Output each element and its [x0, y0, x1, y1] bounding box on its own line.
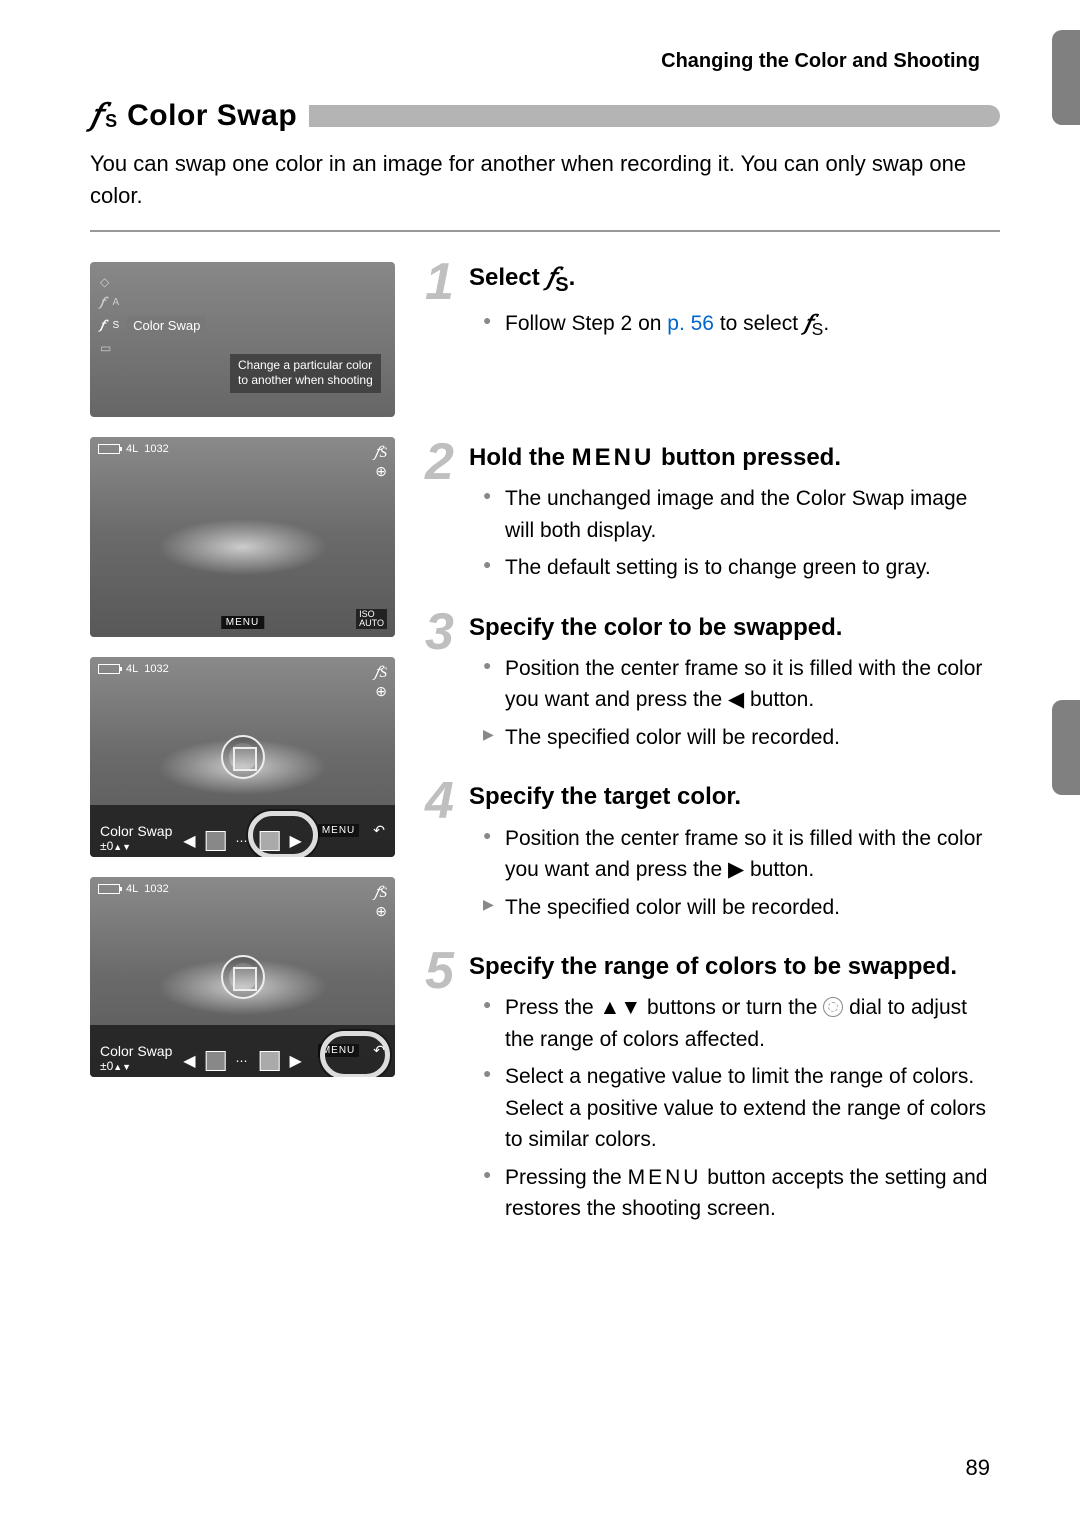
result-bullet: The specified color will be recorded. — [483, 722, 1000, 754]
step-2: 2 Hold the MENU button pressed. The unch… — [425, 442, 1000, 584]
bullet: Select a negative value to limit the ran… — [483, 1061, 1000, 1156]
step-number: 3 — [425, 602, 451, 662]
mode-description: Change a particular color to another whe… — [230, 354, 381, 393]
step-title: Hold the MENU button pressed. — [469, 442, 1000, 473]
step-4: 4 Specify the target color. Position the… — [425, 781, 1000, 923]
page-edge-tab-mid — [1052, 700, 1080, 795]
bullet: The default setting is to change green t… — [483, 552, 1000, 584]
lcd-screenshot-liveview: 4L 1032 𝑓S ⊕ ISO AUTO MENU — [90, 437, 395, 637]
step-title: Specify the color to be swapped. — [469, 612, 1000, 643]
hud-top-left: 4L 1032 — [98, 443, 169, 455]
page-link[interactable]: p. 56 — [667, 312, 714, 335]
intro-paragraph: You can swap one color in an image for a… — [90, 148, 1000, 212]
section-title: Color Swap — [127, 99, 297, 133]
hud-iso: ISO AUTO — [356, 609, 387, 629]
center-frame-icon — [221, 735, 265, 779]
step-title: Specify the target color. — [469, 781, 1000, 812]
bullet: Pressing the MENU button accepts the set… — [483, 1162, 1000, 1225]
step-1: 1 Select 𝑓S. Follow Step 2 on p. 56 to s… — [425, 262, 1000, 342]
highlight-ring — [320, 1031, 390, 1077]
page-number: 89 — [966, 1455, 990, 1481]
content-columns: ◇ 𝑓A 𝑓S Color Swap ▭ Change a particular… — [90, 262, 1000, 1231]
running-header: Changing the Color and Shooting — [90, 50, 1000, 73]
left-arrow-icon: ◀ — [183, 831, 195, 851]
step-3: 3 Specify the color to be swapped. Posit… — [425, 612, 1000, 754]
step-title: Specify the range of colors to be swappe… — [469, 951, 1000, 982]
step-number: 2 — [425, 432, 451, 492]
steps-column: 1 Select 𝑓S. Follow Step 2 on p. 56 to s… — [425, 262, 1000, 1231]
step-title: Select 𝑓S. — [469, 262, 1000, 298]
title-decor-bar — [309, 105, 1000, 127]
section-label: Changing the Color and Shooting — [661, 50, 980, 73]
step-5: 5 Specify the range of colors to be swap… — [425, 951, 1000, 1225]
menu-button-label: MENU — [628, 1166, 702, 1189]
mode-icon: 𝑓 — [546, 265, 555, 291]
color-swap-mode-icon-sub: S — [105, 111, 117, 132]
screenshot-column: ◇ 𝑓A 𝑓S Color Swap ▭ Change a particular… — [90, 262, 395, 1231]
mode-label: Color Swap — [127, 316, 206, 335]
battery-icon — [98, 444, 120, 454]
bullet: Position the center frame so it is fille… — [483, 653, 1000, 716]
dial-icon — [823, 997, 843, 1017]
step-number: 5 — [425, 941, 451, 1001]
bullet: Follow Step 2 on p. 56 to select 𝑓S. — [483, 308, 1000, 342]
highlight-ring — [248, 811, 318, 857]
divider — [90, 230, 1000, 232]
result-bullet: The specified color will be recorded. — [483, 892, 1000, 924]
step-number: 1 — [425, 252, 451, 312]
hud-mode-icon: 𝑓S — [374, 443, 387, 462]
bullet: The unchanged image and the Color Swap i… — [483, 483, 1000, 546]
color-swap-mode-icon: 𝑓 — [90, 98, 101, 133]
bullet: Position the center frame so it is fille… — [483, 823, 1000, 886]
section-title-row: 𝑓 S Color Swap — [90, 98, 1000, 133]
lcd-screenshot-mode-menu: ◇ 𝑓A 𝑓S Color Swap ▭ Change a particular… — [90, 262, 395, 417]
lcd-screenshot-swap-target: 4L1032 𝑓S ⊕ Color Swap MENU ↶ ±0▲▼ ◀ ⋯ ▶ — [90, 877, 395, 1077]
right-arrow-icon: ▶ — [728, 858, 744, 881]
hud-target-icon: ⊕ — [375, 463, 387, 480]
bullet: Press the ▲▼ buttons or turn the dial to… — [483, 992, 1000, 1055]
lcd-screenshot-swap-source: 4L1032 𝑓S ⊕ Color Swap MENU ↶ ±0▲▼ ◀ ⋯ ▶ — [90, 657, 395, 857]
left-arrow-icon: ◀ — [728, 688, 744, 711]
menu-button-label: MENU — [572, 444, 655, 471]
page-edge-tab-top — [1052, 30, 1080, 125]
hud-menu-tag: MENU — [221, 616, 264, 629]
step-number: 4 — [425, 771, 451, 831]
up-down-arrows-icon: ▲▼ — [600, 996, 642, 1019]
source-swatch — [206, 831, 226, 851]
